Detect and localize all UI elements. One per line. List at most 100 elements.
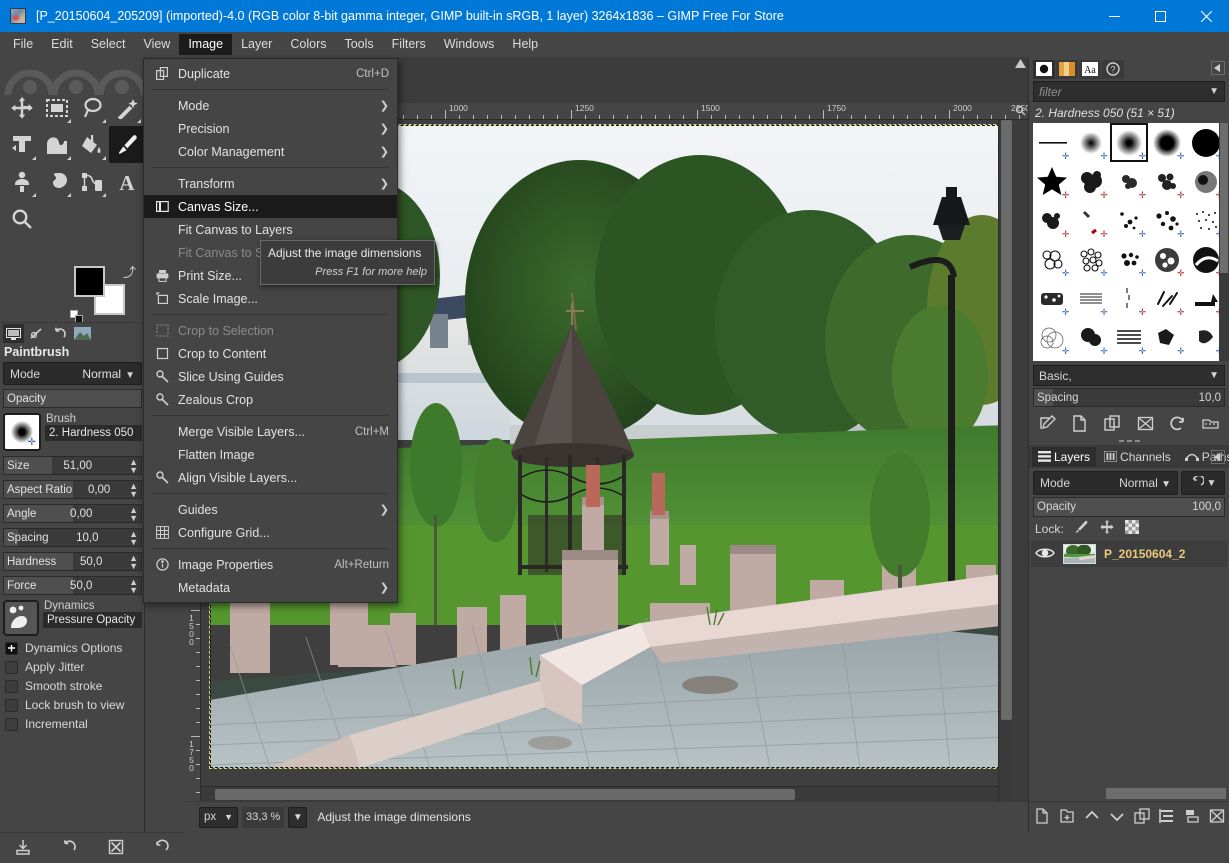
paintbrush-tool[interactable] <box>109 126 144 163</box>
menu-item-color-management[interactable]: Color Management ❯ <box>144 140 397 163</box>
menu-help[interactable]: Help <box>503 34 547 55</box>
menu-colors[interactable]: Colors <box>281 34 335 55</box>
brush-item[interactable]: ✛ <box>1110 279 1148 318</box>
layer-blend-space-button[interactable]: ▼ <box>1181 471 1225 495</box>
device-status-tab[interactable] <box>26 324 47 343</box>
delete-tool-options-icon[interactable] <box>108 839 124 858</box>
brush-item[interactable]: ✛ <box>1110 162 1148 201</box>
bucket-fill-tool[interactable] <box>74 126 109 163</box>
foreground-color-swatch[interactable] <box>74 266 105 297</box>
brush-item[interactable]: ✛ <box>1033 201 1071 240</box>
raise-layer-icon[interactable] <box>1084 808 1100 827</box>
menu-item-slice-using-guides[interactable]: Slice Using Guides <box>144 365 397 388</box>
layer-list-scrollbar[interactable] <box>1106 788 1226 799</box>
incremental-checkbox[interactable]: Incremental <box>5 717 145 731</box>
spacing-slider[interactable]: Spacing 10,0 ▲▼ <box>3 528 142 547</box>
dock-separator-grip[interactable] <box>1029 436 1229 445</box>
spacing-stepper[interactable]: ▲▼ <box>129 530 138 546</box>
new-layer-icon[interactable] <box>1034 808 1050 827</box>
save-tool-options-icon[interactable] <box>15 839 31 858</box>
open-brush-folder-icon[interactable] <box>1198 412 1224 434</box>
brush-item[interactable]: ✛ <box>1148 123 1186 162</box>
edit-brush-icon[interactable] <box>1034 412 1060 434</box>
menu-item-metadata[interactable]: Metadata ❯ <box>144 576 397 599</box>
menu-image[interactable]: Image <box>179 34 232 55</box>
minimize-button[interactable] <box>1091 0 1137 32</box>
menu-file[interactable]: File <box>4 34 42 55</box>
move-tool[interactable] <box>4 89 39 126</box>
menu-select[interactable]: Select <box>82 34 135 55</box>
scrollbar-thumb[interactable] <box>215 789 795 800</box>
patterns-tab[interactable] <box>1056 60 1078 79</box>
menu-tools[interactable]: Tools <box>335 34 382 55</box>
new-brush-icon[interactable] <box>1067 412 1093 434</box>
paths-tool[interactable] <box>74 163 109 200</box>
text-tool[interactable]: A <box>109 163 144 200</box>
zoom-tool[interactable] <box>4 200 39 237</box>
brush-item[interactable]: ✛ <box>1110 240 1148 279</box>
rectangle-select-tool[interactable] <box>39 89 74 126</box>
smudge-tool[interactable] <box>39 163 74 200</box>
hardness-slider[interactable]: Hardness 50,0 ▲▼ <box>3 552 142 571</box>
menu-layer[interactable]: Layer <box>232 34 281 55</box>
angle-slider[interactable]: Angle 0,00 ▲▼ <box>3 504 142 523</box>
dynamics-options-checkbox[interactable]: Dynamics Options <box>5 641 145 655</box>
brush-item[interactable]: ✛ <box>1148 162 1186 201</box>
brush-item[interactable]: ✛ <box>1110 201 1148 240</box>
size-slider[interactable]: Size 51,00 ▲▼ <box>3 456 142 475</box>
brush-value[interactable]: 2. Hardness 050 <box>45 425 142 441</box>
brush-item[interactable]: ✛ <box>1071 240 1109 279</box>
smooth-stroke-checkbox[interactable]: Smooth stroke <box>5 679 145 693</box>
brush-item[interactable]: ✛ <box>1033 240 1071 279</box>
dock-spacing-slider[interactable]: Spacing 10,0 <box>1033 388 1225 407</box>
close-button[interactable] <box>1183 0 1229 32</box>
menu-item-duplicate[interactable]: Duplicate Ctrl+D <box>144 62 397 85</box>
document-history-tab[interactable]: ? <box>1102 60 1124 79</box>
hardness-stepper[interactable]: ▲▼ <box>129 554 138 570</box>
brush-item[interactable]: ✛ <box>1071 123 1109 162</box>
menu-windows[interactable]: Windows <box>435 34 504 55</box>
layer-row[interactable]: P_20150604_2 <box>1031 541 1227 567</box>
dynamics-preview[interactable] <box>3 600 39 636</box>
layers-menu-button[interactable] <box>1211 450 1225 464</box>
brush-filter-input[interactable]: filter ▼ <box>1033 81 1225 102</box>
aspect-ratio-slider[interactable]: Aspect Ratio 0,00 ▲▼ <box>3 480 142 499</box>
aspect-ratio-stepper[interactable]: ▲▼ <box>129 482 138 498</box>
merge-down-icon[interactable] <box>1184 808 1200 827</box>
brush-item[interactable]: ✛ <box>1071 201 1109 240</box>
menu-filters[interactable]: Filters <box>383 34 435 55</box>
navigation-preview-button[interactable] <box>1013 57 1028 72</box>
brush-item[interactable]: ✛ <box>1071 318 1109 357</box>
new-layer-group-icon[interactable] <box>1059 808 1075 827</box>
lock-position-icon[interactable] <box>1100 520 1114 537</box>
menu-item-canvas-size[interactable]: Canvas Size... <box>144 195 397 218</box>
lock-alpha-icon[interactable] <box>1125 520 1139 537</box>
menu-item-scale-image[interactable]: Scale Image... <box>144 287 397 310</box>
clone-tool[interactable] <box>4 163 39 200</box>
dynamics-value[interactable]: Pressure Opacity <box>43 612 142 628</box>
menu-edit[interactable]: Edit <box>42 34 82 55</box>
unit-select[interactable]: px ▼ <box>199 807 238 828</box>
delete-brush-icon[interactable] <box>1132 412 1158 434</box>
menu-item-merge-visible-layers[interactable]: Merge Visible Layers... Ctrl+M <box>144 420 397 443</box>
menu-view[interactable]: View <box>134 34 179 55</box>
canvas-vertical-scrollbar[interactable] <box>998 120 1013 832</box>
brush-item[interactable]: ✛ <box>1071 162 1109 201</box>
zoom-select[interactable]: ▼ <box>288 807 307 828</box>
menu-item-mode[interactable]: Mode ❯ <box>144 94 397 117</box>
zoom-image-button[interactable] <box>1013 103 1028 118</box>
angle-stepper[interactable]: ▲▼ <box>129 506 138 522</box>
opacity-slider[interactable]: Opacity <box>3 389 142 408</box>
undo-history-tab[interactable] <box>49 324 70 343</box>
brush-item[interactable]: ✛ <box>1148 279 1186 318</box>
brush-grid[interactable]: ✛ ✛ ✛ ✛ ✛ ✛ ✛ ✛ ✛ ✛ ✛ ✛ ✛ ✛ ✛ ✛ ✛ ✛ <box>1033 123 1225 361</box>
force-slider[interactable]: Force 50,0 ▲▼ <box>3 576 142 595</box>
brush-item-selected[interactable]: ✛ <box>1110 123 1148 162</box>
force-stepper[interactable]: ▲▼ <box>129 578 138 594</box>
brush-item[interactable]: ✛ <box>1033 279 1071 318</box>
scrollbar-thumb[interactable] <box>1001 120 1012 720</box>
brush-item[interactable]: ✛ <box>1148 318 1186 357</box>
paint-mode-select[interactable]: Mode Normal▼ <box>3 362 142 385</box>
scrollbar-thumb[interactable] <box>1220 123 1228 273</box>
brush-item[interactable]: ✛ <box>1110 318 1148 357</box>
